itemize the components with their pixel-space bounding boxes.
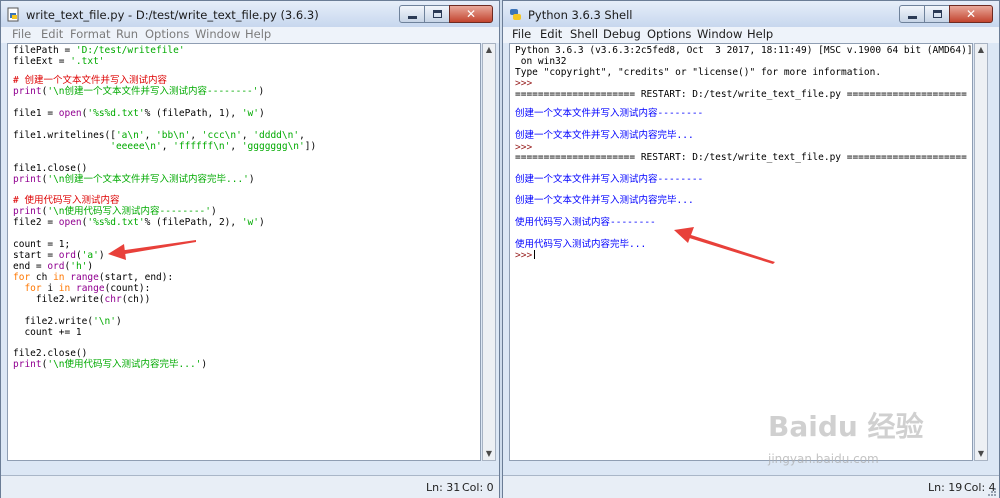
- arrow-to-ord-line: [108, 240, 196, 260]
- watermark-url: jingyan.baidu.com: [768, 452, 879, 466]
- watermark-logo: Baidu 经验: [768, 410, 924, 443]
- arrow-to-shell-output: [674, 227, 775, 264]
- baidu-watermark: Baidu 经验 jingyan.baidu.com: [768, 405, 968, 495]
